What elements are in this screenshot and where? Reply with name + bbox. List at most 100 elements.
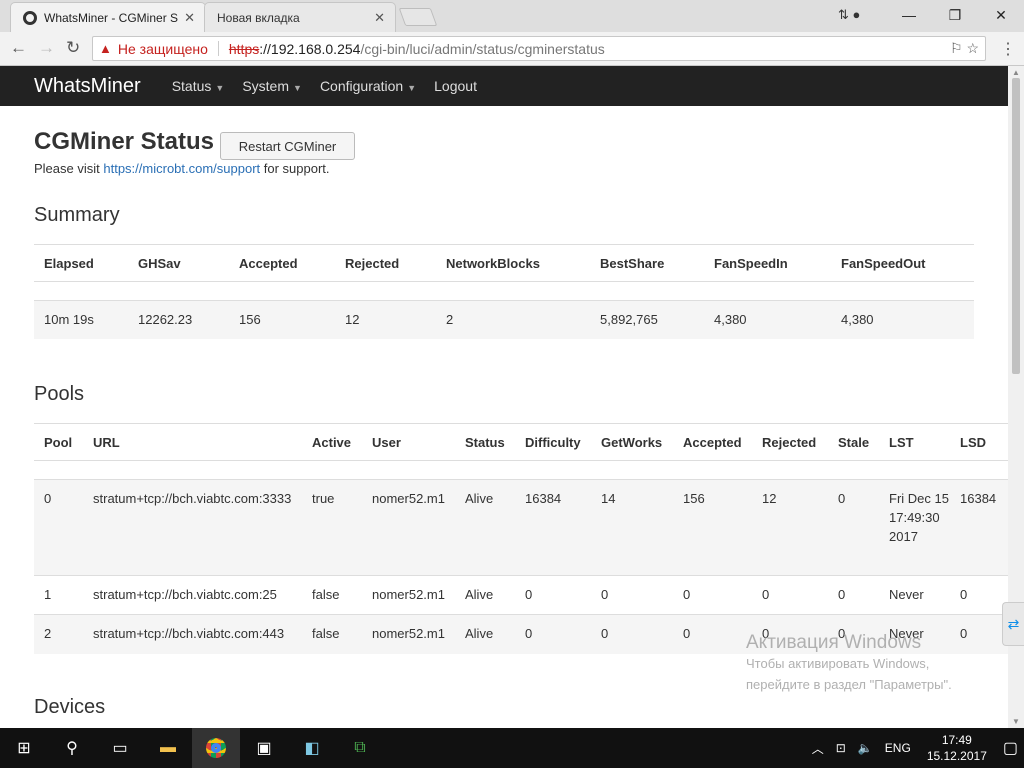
watermark-line: перейдите в раздел "Параметры". (746, 677, 952, 692)
spacer-cell (34, 460, 1008, 480)
table-cell: 0 (515, 614, 591, 654)
file-explorer-icon[interactable]: ▬ (144, 728, 192, 768)
network-icon[interactable]: ⊡ (836, 741, 846, 755)
teamviewer-icon[interactable]: ⇄ (1002, 602, 1024, 646)
network-app-icon[interactable]: ⧉ (336, 728, 384, 768)
table-row: 0 stratum+tcp://bch.viabtc.com:3333 true… (34, 479, 1008, 576)
url-scheme: https (228, 40, 260, 57)
column-header: GHSav (128, 244, 229, 282)
nav-system[interactable]: System ▼ (242, 78, 302, 94)
reload-icon[interactable]: ↻ (66, 38, 80, 58)
support-link[interactable]: https://microbt.com/support (103, 161, 260, 176)
nav-configuration-label: Configuration (319, 78, 404, 94)
spacer-cell (34, 281, 974, 301)
language-indicator[interactable]: ENG (885, 741, 911, 755)
column-header: Status (455, 423, 515, 461)
table-cell: stratum+tcp://bch.viabtc.com:25 (83, 575, 302, 615)
table-cell: 5,892,765 (590, 300, 704, 339)
site-favicon-icon (23, 10, 37, 25)
minimize-icon[interactable]: — (886, 7, 932, 23)
column-header: FanSpeedOut (831, 244, 974, 282)
table-cell: 4,380 (704, 300, 831, 339)
maximize-icon[interactable]: ❐ (932, 7, 978, 24)
table-cell: nomer52.m1 (362, 479, 455, 576)
scroll-up-icon[interactable]: ▲ (1012, 68, 1020, 77)
nav-status[interactable]: Status ▼ (172, 78, 225, 94)
table-cell: 2 (436, 300, 590, 339)
column-header: Stale (828, 423, 879, 461)
nav-logout[interactable]: Logout (434, 78, 477, 94)
translate-and-bookmark-icons[interactable]: ⚐ ☆ (950, 40, 979, 57)
chevron-down-icon: ▼ (407, 83, 417, 93)
browser-menu-icon[interactable]: ⋮ (1000, 39, 1016, 59)
table-row: 10m 19s 12262.23 156 12 2 5,892,765 4,38… (34, 300, 974, 339)
address-bar[interactable]: ▲ Не защищено https ://192.168.0.254 /cg… (92, 36, 986, 61)
spacer-row (34, 281, 974, 301)
table-cell: 0 (950, 614, 1008, 654)
table-cell: Fri Dec 15 17:49:30 2017 (879, 479, 950, 576)
start-button[interactable]: ⊞ (0, 728, 48, 768)
table-cell: 12 (752, 479, 828, 576)
close-tab-icon[interactable]: ✕ (184, 10, 195, 26)
clock-time: 17:49 (941, 733, 972, 747)
column-header: LST (879, 423, 950, 461)
notebook-icon[interactable]: ◧ (288, 728, 336, 768)
column-header: LSD (950, 423, 1008, 461)
table-cell: Alive (455, 575, 515, 615)
table-cell: 156 (673, 479, 752, 576)
profile-icon[interactable]: ⇅ ● (838, 7, 860, 23)
scrollbar-thumb[interactable] (1012, 78, 1020, 374)
scroll-down-icon[interactable]: ▼ (1012, 717, 1020, 726)
table-cell: 2 (34, 614, 83, 654)
table-cell: 0 (515, 575, 591, 615)
new-tab-button[interactable] (398, 8, 438, 26)
nav-configuration[interactable]: Configuration ▼ (320, 78, 416, 94)
summary-header-row: Elapsed GHSav Accepted Rejected NetworkB… (34, 244, 974, 282)
windows-activation-watermark: Активация Windows Чтобы активировать Win… (746, 632, 952, 695)
summary-table: Elapsed GHSav Accepted Rejected NetworkB… (34, 244, 974, 339)
close-tab-icon[interactable]: ✕ (374, 10, 385, 26)
notifications-icon[interactable]: ▢ (1003, 738, 1018, 758)
tab-whatsminer[interactable]: WhatsMiner - CGMiner S ✕ (10, 2, 206, 32)
devices-heading: Devices (34, 696, 106, 718)
column-header: User (362, 423, 455, 461)
search-icon[interactable]: ⚲ (48, 728, 96, 768)
restart-cgminer-button[interactable]: Restart CGMiner (220, 132, 355, 160)
table-cell: false (302, 614, 362, 654)
table-cell: 0 (950, 575, 1008, 615)
chevron-down-icon: ▼ (293, 83, 302, 93)
table-cell: stratum+tcp://bch.viabtc.com:3333 (83, 479, 302, 576)
table-cell: stratum+tcp://bch.viabtc.com:443 (83, 614, 302, 654)
terminal-icon[interactable]: ▣ (240, 728, 288, 768)
close-window-icon[interactable]: ✕ (978, 7, 1024, 24)
task-view-icon[interactable]: ▭ (96, 728, 144, 768)
table-cell: Alive (455, 614, 515, 654)
column-header: Rejected (752, 423, 828, 461)
security-label[interactable]: Не защищено (118, 41, 208, 57)
chrome-icon[interactable] (192, 728, 240, 768)
table-cell: 0 (828, 575, 879, 615)
chrome-logo-icon (206, 738, 226, 758)
pools-header-row: Pool URL Active User Status Difficulty G… (34, 423, 1008, 461)
table-cell: 10m 19s (34, 300, 128, 339)
table-cell: true (302, 479, 362, 576)
volume-icon[interactable]: 🔈 (858, 741, 873, 755)
column-header: GetWorks (591, 423, 673, 461)
back-icon[interactable]: ← (10, 38, 27, 58)
table-cell: Never (879, 575, 950, 615)
table-cell: 0 (752, 575, 828, 615)
table-cell: Alive (455, 479, 515, 576)
table-cell: nomer52.m1 (362, 575, 455, 615)
brand-logo[interactable]: WhatsMiner (34, 75, 141, 98)
chevron-up-icon[interactable]: ︿ (812, 740, 824, 757)
table-cell: 156 (229, 300, 335, 339)
table-cell: nomer52.m1 (362, 614, 455, 654)
url-path: /cgi-bin/luci/admin/status/cgminerstatus (360, 40, 605, 57)
clock[interactable]: 17:49 15.12.2017 (927, 732, 987, 764)
forward-icon[interactable]: → (38, 38, 55, 58)
table-cell: 4,380 (831, 300, 974, 339)
tab-new[interactable]: Новая вкладка ✕ (204, 2, 396, 32)
table-cell: false (302, 575, 362, 615)
nav-status-label: Status (171, 78, 212, 94)
warning-icon[interactable]: ▲ (99, 41, 112, 56)
